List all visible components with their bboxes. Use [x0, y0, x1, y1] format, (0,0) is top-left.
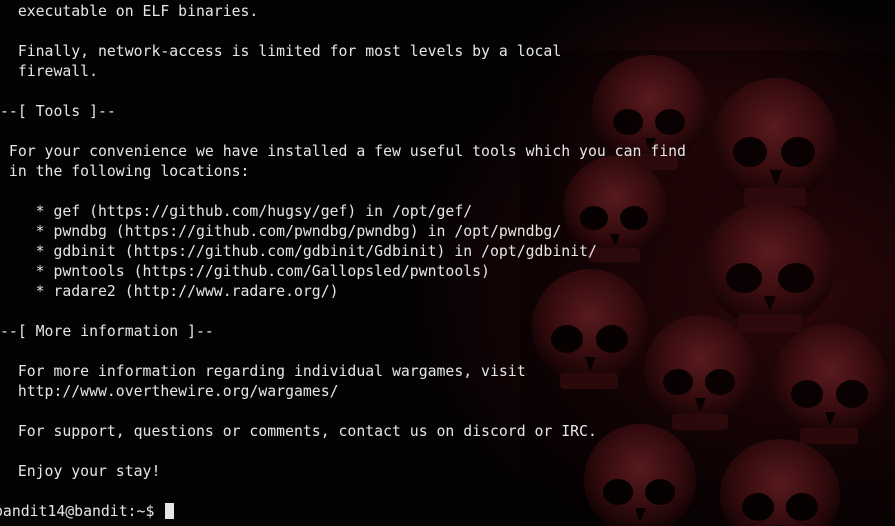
prompt-text: bandit14@bandit:~$	[0, 503, 164, 520]
output-line: * gef (https://github.com/hugsy/gef) in …	[0, 203, 473, 220]
output-line: * pwntools (https://github.com/Gallopsle…	[0, 263, 490, 280]
output-line: Enjoy your stay!	[0, 463, 161, 480]
text-cursor	[165, 503, 175, 519]
output-line: * pwndbg (https://github.com/pwndbg/pwnd…	[0, 223, 562, 240]
output-line: firewall.	[0, 63, 98, 80]
output-line: For your convenience we have installed a…	[0, 143, 686, 160]
output-line: http://www.overthewire.org/wargames/	[0, 383, 339, 400]
output-line: * radare2 (http://www.radare.org/)	[0, 283, 339, 300]
terminal-output[interactable]: executable on ELF binaries. Finally, net…	[0, 2, 686, 522]
output-line: For support, questions or comments, cont…	[0, 423, 597, 440]
output-line: in the following locations:	[0, 163, 250, 180]
shell-prompt[interactable]: bandit14@bandit:~$	[0, 502, 680, 522]
output-line: executable on ELF binaries.	[0, 3, 259, 20]
output-line: For more information regarding individua…	[0, 363, 526, 380]
output-line: Finally, network-access is limited for m…	[0, 43, 562, 60]
output-line: --[ Tools ]--	[0, 103, 116, 120]
output-line: --[ More information ]--	[0, 323, 214, 340]
output-line: * gdbinit (https://github.com/gdbinit/Gd…	[0, 243, 597, 260]
terminal-window[interactable]: executable on ELF binaries. Finally, net…	[0, 0, 895, 526]
